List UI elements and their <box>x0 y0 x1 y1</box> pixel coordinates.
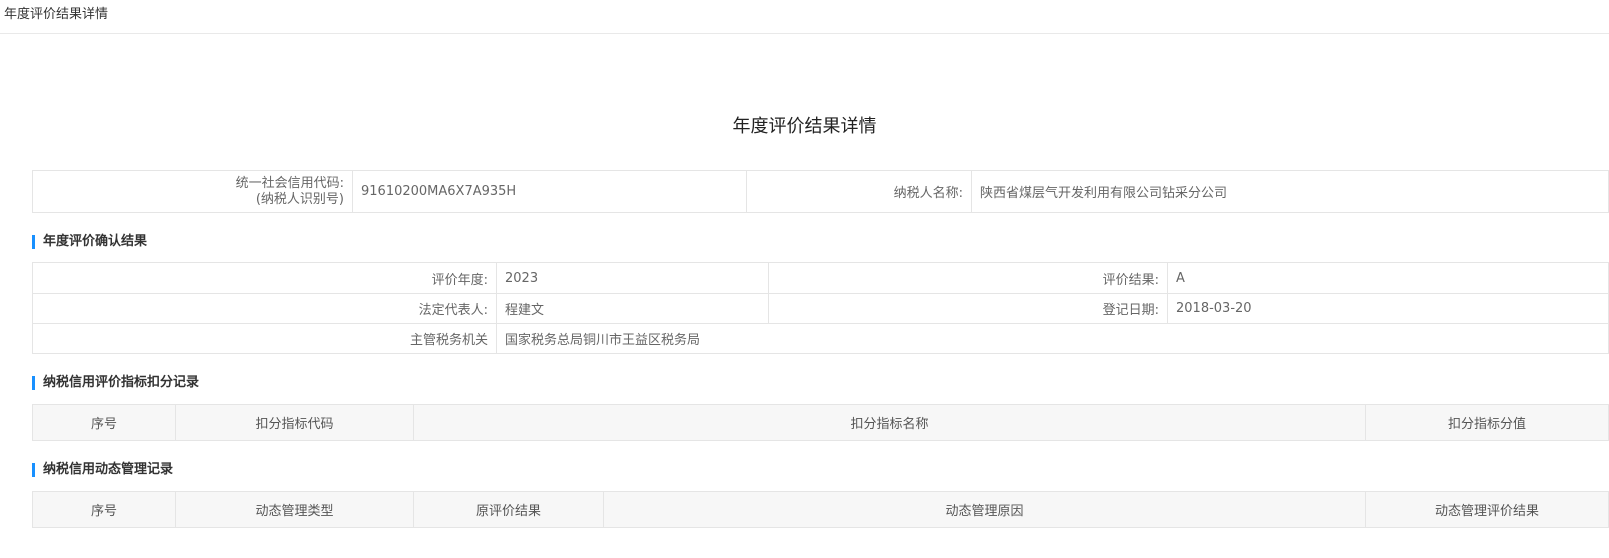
deduction-col-score: 扣分指标分值 <box>1365 404 1609 441</box>
credit-code-label-line2: (纳税人识别号) <box>255 191 344 207</box>
credit-code-label: 统一社会信用代码: (纳税人识别号) <box>32 170 353 213</box>
dynamic-table: 序号 动态管理类型 原评价结果 动态管理原因 动态管理评价结果 <box>32 491 1609 528</box>
deduction-col-index: 序号 <box>32 404 176 441</box>
dynamic-col-reason: 动态管理原因 <box>603 491 1366 528</box>
result-label: 评价结果: <box>768 262 1168 294</box>
reg-date-value: 2018-03-20 <box>1167 293 1609 324</box>
dynamic-col-index: 序号 <box>32 491 176 528</box>
taxpayer-info: 统一社会信用代码: (纳税人识别号) 91610200MA6X7A935H 纳税… <box>32 170 1609 213</box>
deduction-col-name: 扣分指标名称 <box>413 404 1366 441</box>
reg-date-label: 登记日期: <box>768 293 1168 324</box>
taxpayer-name-value: 陕西省煤层气开发利用有限公司钻采分公司 <box>971 170 1609 213</box>
authority-value: 国家税务总局铜川市王益区税务局 <box>496 323 1609 354</box>
taxpayer-name-label: 纳税人名称: <box>746 170 972 213</box>
year-value: 2023 <box>496 262 769 294</box>
tab-title[interactable]: 年度评价结果详情 <box>0 0 1609 34</box>
legal-rep-label: 法定代表人: <box>32 293 497 324</box>
authority-label: 主管税务机关 <box>32 323 497 354</box>
year-label: 评价年度: <box>32 262 497 294</box>
dynamic-col-type: 动态管理类型 <box>175 491 414 528</box>
section-dynamic: 纳税信用动态管理记录 <box>32 463 173 477</box>
page-title: 年度评价结果详情 <box>732 116 877 137</box>
deduction-col-code: 扣分指标代码 <box>175 404 414 441</box>
legal-rep-value: 程建文 <box>496 293 769 324</box>
result-value: A <box>1167 262 1609 294</box>
credit-code-label-line1: 统一社会信用代码: <box>235 175 344 191</box>
section-annual-result: 年度评价确认结果 <box>32 235 147 249</box>
dynamic-col-original: 原评价结果 <box>413 491 604 528</box>
credit-code-value: 91610200MA6X7A935H <box>352 170 747 213</box>
deduction-table: 序号 扣分指标代码 扣分指标名称 扣分指标分值 <box>32 404 1609 441</box>
dynamic-col-result: 动态管理评价结果 <box>1365 491 1609 528</box>
section-deduction: 纳税信用评价指标扣分记录 <box>32 376 199 390</box>
annual-result-table: 评价年度: 2023 评价结果: A 法定代表人: 程建文 登记日期: 2018… <box>32 262 1609 354</box>
